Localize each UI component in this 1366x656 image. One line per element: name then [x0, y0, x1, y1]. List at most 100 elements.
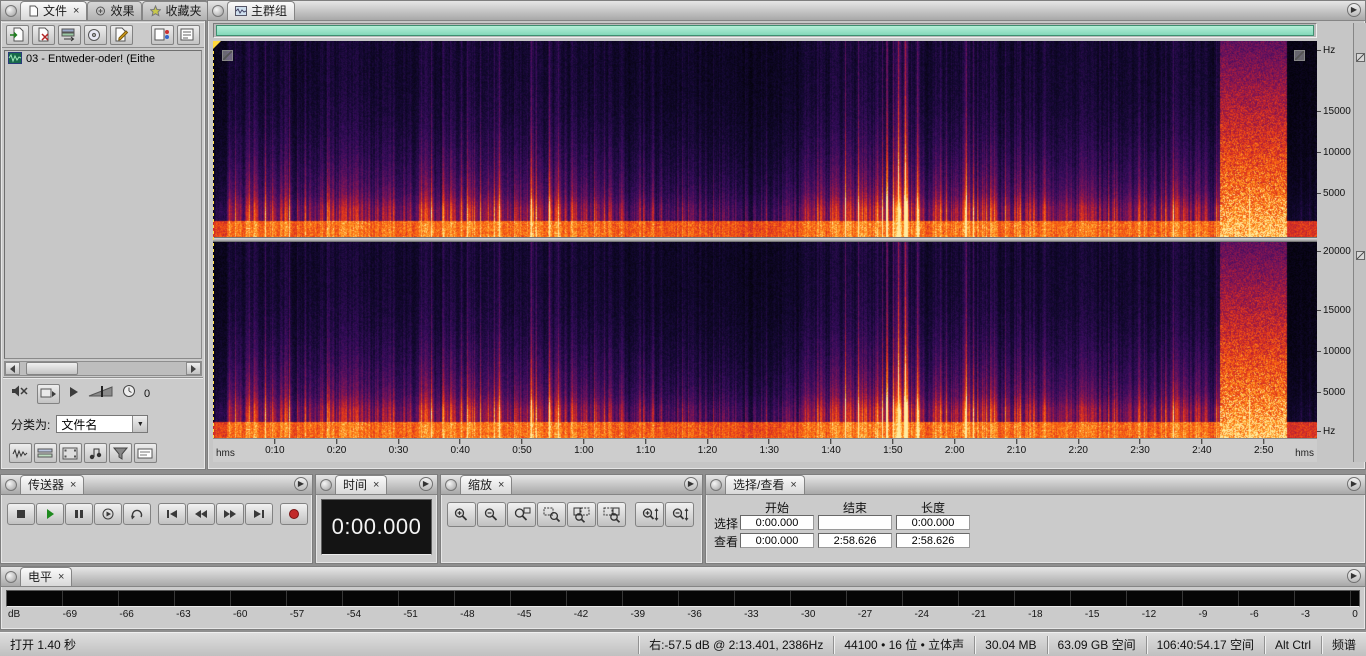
panel-grip-icon[interactable] — [212, 5, 224, 17]
panel-grip-icon[interactable] — [320, 479, 332, 491]
dropdown-arrow-icon[interactable]: ▼ — [132, 416, 148, 432]
zoom-to-selection-button[interactable] — [537, 502, 566, 527]
view-end-input[interactable] — [818, 533, 892, 548]
zoom-in-vertical-button[interactable] — [635, 502, 664, 527]
loop-play-button[interactable] — [123, 503, 151, 525]
panel-close-icon[interactable]: × — [373, 479, 379, 490]
status-segment: 63.09 GB 空间 — [1046, 635, 1146, 654]
panel-menu-button[interactable]: ▶ — [294, 477, 308, 491]
view-length-input[interactable] — [896, 533, 970, 548]
mute-speaker-icon[interactable] — [11, 384, 29, 403]
panel-close-icon[interactable]: × — [790, 479, 796, 490]
spectrogram-right-channel[interactable] — [213, 242, 1317, 438]
selection-handle-icon[interactable] — [222, 50, 233, 61]
level-meter[interactable] — [6, 590, 1360, 607]
show-options-button[interactable] — [151, 24, 174, 45]
tab-files[interactable]: 文件 × — [20, 1, 88, 20]
preview-timer-icon[interactable] — [122, 384, 136, 403]
import-file-button[interactable] — [6, 24, 29, 45]
panel-menu-button[interactable]: ▶ — [1347, 477, 1361, 491]
panel-grip-icon[interactable] — [5, 571, 17, 583]
navigator-range-bar[interactable] — [216, 25, 1314, 36]
zoom-in-button[interactable] — [447, 502, 476, 527]
sort-dropdown[interactable]: 文件名 ▼ — [56, 415, 149, 433]
tab-effects[interactable]: 效果 — [87, 1, 143, 20]
panel-menu-button[interactable]: ▶ — [1347, 569, 1361, 583]
show-videos-toggle[interactable] — [59, 443, 82, 463]
insert-into-cd-button[interactable] — [84, 24, 107, 45]
tab-main-group[interactable]: 主群组 — [227, 1, 296, 20]
panel-title: 时间 — [343, 478, 368, 492]
selection-start-input[interactable] — [740, 515, 814, 530]
vertical-zoom-handle-icon[interactable] — [1356, 251, 1365, 260]
panel-close-icon[interactable]: × — [58, 571, 64, 582]
panel-menu-button[interactable]: ▶ — [1347, 3, 1361, 17]
edit-file-button[interactable] — [110, 24, 133, 45]
pause-button[interactable] — [65, 503, 93, 525]
tab-favorites[interactable]: 收藏夹 — [142, 1, 210, 20]
close-file-button[interactable] — [32, 24, 55, 45]
go-to-start-button[interactable] — [158, 503, 186, 525]
playhead-marker[interactable] — [213, 41, 214, 438]
horizontal-zoom-navigator[interactable] — [213, 23, 1317, 38]
panel-grip-icon[interactable] — [5, 5, 17, 17]
playhead-top-handle-icon[interactable] — [213, 41, 221, 49]
panel-close-icon[interactable]: × — [70, 479, 76, 490]
rewind-button[interactable] — [187, 503, 215, 525]
show-midi-toggle[interactable] — [84, 443, 107, 463]
timeline-ruler[interactable]: hms hms 0:10 0:20 0:30 0:40 0:50 1:00 1:10 1:20… — [213, 438, 1317, 462]
panel-grip-icon[interactable] — [5, 479, 17, 491]
scroll-right-button[interactable] — [186, 362, 201, 375]
meter-scale-label: dB — [8, 609, 21, 620]
fast-forward-button[interactable] — [216, 503, 244, 525]
tab-label: 主群组 — [251, 4, 288, 18]
view-start-input[interactable] — [740, 533, 814, 548]
metadata-toggle[interactable] — [134, 443, 157, 463]
preview-device-button[interactable] — [37, 383, 60, 404]
transport-title-tab[interactable]: 传送器 × — [20, 475, 85, 494]
file-list-hscrollbar[interactable] — [4, 361, 202, 376]
file-list[interactable]: 03 - Entweder-oder! (Eithe — [4, 50, 202, 359]
frequency-ruler-bottom[interactable]: 20000 15000 10000 5000 Hz — [1316, 242, 1353, 438]
stop-button[interactable] — [7, 503, 35, 525]
play-from-cursor-button[interactable] — [94, 503, 122, 525]
panel-close-icon[interactable]: × — [498, 479, 504, 490]
spectrogram-left-channel[interactable] — [213, 41, 1317, 237]
selection-handle-icon[interactable] — [1294, 50, 1305, 61]
zoom-selection-right-button[interactable] — [597, 502, 626, 527]
preview-volume-slider[interactable] — [88, 385, 114, 403]
panel-display-options-button[interactable] — [177, 24, 200, 45]
vertical-scrollbar[interactable] — [1353, 23, 1366, 462]
vertical-zoom-handle-icon[interactable] — [1356, 53, 1365, 62]
insert-into-multitrack-button[interactable] — [58, 24, 81, 45]
show-waveforms-toggle[interactable] — [9, 443, 32, 463]
file-list-item[interactable]: 03 - Entweder-oder! (Eithe — [5, 51, 201, 67]
show-sessions-toggle[interactable] — [34, 443, 57, 463]
record-button[interactable] — [280, 503, 308, 525]
levels-title-tab[interactable]: 电平 × — [20, 567, 73, 586]
play-button[interactable] — [36, 503, 64, 525]
filter-toggle[interactable] — [109, 443, 132, 463]
selection-title-tab[interactable]: 选择/查看 × — [725, 475, 805, 494]
time-title-tab[interactable]: 时间 × — [335, 475, 388, 494]
panel-menu-button[interactable]: ▶ — [419, 477, 433, 491]
panel-grip-icon[interactable] — [710, 479, 722, 491]
selection-length-input[interactable] — [896, 515, 970, 530]
selection-end-input[interactable] — [818, 515, 892, 530]
scrollbar-track[interactable] — [20, 362, 186, 375]
go-to-end-button[interactable] — [245, 503, 273, 525]
frequency-ruler-top[interactable]: Hz 15000 10000 5000 — [1316, 41, 1353, 237]
scroll-left-button[interactable] — [5, 362, 20, 375]
zoom-out-full-button[interactable] — [507, 502, 536, 527]
zoom-out-vertical-button[interactable] — [665, 502, 694, 527]
preview-play-button[interactable] — [68, 385, 80, 403]
meter-scale-label: -51 — [403, 609, 418, 620]
panel-grip-icon[interactable] — [445, 479, 457, 491]
tab-close-icon[interactable]: × — [73, 5, 79, 16]
timeline-tick: 1:40 — [821, 439, 841, 456]
panel-menu-button[interactable]: ▶ — [684, 477, 698, 491]
zoom-out-button[interactable] — [477, 502, 506, 527]
scrollbar-thumb[interactable] — [26, 362, 78, 375]
zoom-title-tab[interactable]: 缩放 × — [460, 475, 513, 494]
zoom-selection-left-button[interactable] — [567, 502, 596, 527]
